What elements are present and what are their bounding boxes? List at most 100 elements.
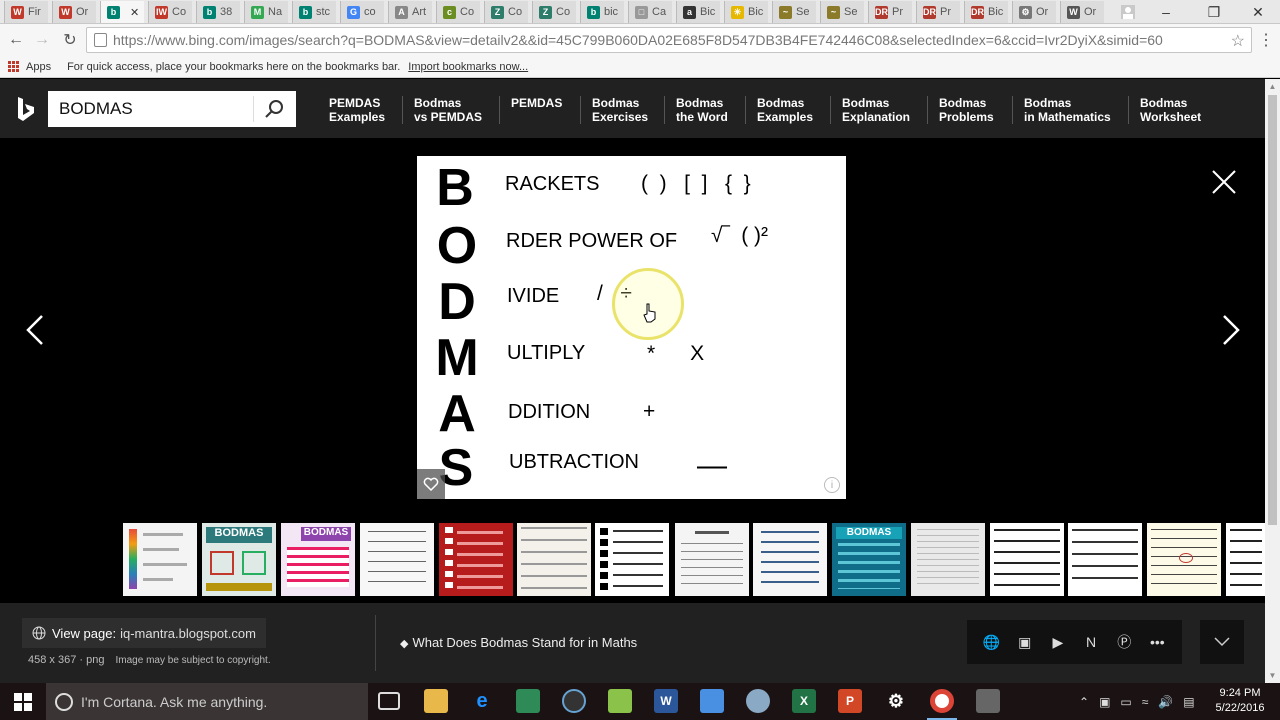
- minimize-icon[interactable]: –: [1146, 0, 1186, 24]
- search-icon[interactable]: [254, 91, 294, 127]
- menu-icon[interactable]: ⋮: [1254, 29, 1278, 51]
- scroll-up-icon[interactable]: ▲: [1265, 79, 1280, 94]
- import-bookmarks-link[interactable]: Import bookmarks now...: [408, 61, 528, 73]
- previous-image-icon[interactable]: [22, 310, 50, 350]
- next-image-icon[interactable]: [1216, 310, 1244, 350]
- cortana-search[interactable]: I'm Cortana. Ask me anything.: [46, 683, 368, 720]
- browser-tab[interactable]: Z Co: [484, 1, 528, 23]
- related-search-item[interactable]: PEMDAS Examples: [329, 96, 385, 124]
- defender-icon[interactable]: ▣: [1099, 695, 1110, 709]
- browser-tab[interactable]: M Na: [244, 1, 288, 23]
- browser-tab[interactable]: A Art: [388, 1, 432, 23]
- browser-tab[interactable]: c Co: [436, 1, 480, 23]
- browser-tab[interactable]: □ Ca: [628, 1, 672, 23]
- pinterest-icon[interactable]: Ⓟ: [1113, 632, 1135, 652]
- web-search-icon[interactable]: 🌐: [981, 634, 1003, 651]
- scroll-down-icon[interactable]: ▼: [1265, 668, 1280, 683]
- close-window-icon[interactable]: ✕: [1238, 0, 1278, 24]
- onenote-icon[interactable]: N: [1080, 634, 1102, 650]
- related-search-item[interactable]: Bodmas Examples: [757, 96, 813, 124]
- thumbnail[interactable]: [990, 523, 1064, 596]
- browser-tab[interactable]: ~ Se: [820, 1, 864, 23]
- store-icon[interactable]: [516, 689, 540, 713]
- media-icon[interactable]: [562, 689, 586, 713]
- browser-tab[interactable]: DR Pr: [868, 1, 912, 23]
- browser-tab[interactable]: b 38: [196, 1, 240, 23]
- browser-tab[interactable]: ~ Se: [772, 1, 816, 23]
- forward-icon[interactable]: →: [30, 29, 54, 51]
- related-search-item[interactable]: Bodmas Exercises: [592, 96, 648, 124]
- browser-tab[interactable]: IW Co: [148, 1, 192, 23]
- thumbnail-selected[interactable]: [595, 523, 669, 596]
- word-icon[interactable]: W: [654, 689, 678, 713]
- address-bar[interactable]: https://www.bing.com/images/search?q=BOD…: [86, 27, 1252, 53]
- browser-tab[interactable]: ⚙ Or: [1012, 1, 1056, 23]
- save-favorite-button[interactable]: [417, 469, 445, 499]
- image-title-link[interactable]: ◆ What Does Bodmas Stand for in Maths: [400, 635, 637, 650]
- browser-tab[interactable]: b ✕: [100, 1, 144, 23]
- search-input[interactable]: [48, 99, 253, 119]
- browser-tab[interactable]: Gco: [340, 1, 384, 23]
- excel-icon[interactable]: X: [792, 689, 816, 713]
- bing-logo-icon[interactable]: [16, 97, 36, 123]
- browser-tab[interactable]: W Or: [52, 1, 96, 23]
- back-icon[interactable]: ←: [4, 29, 28, 51]
- thumbnail[interactable]: [1068, 523, 1142, 596]
- image-icon[interactable]: ▣: [1014, 634, 1036, 651]
- box-app-icon[interactable]: [700, 689, 724, 713]
- profile-icon[interactable]: [1108, 0, 1148, 24]
- thumbnail[interactable]: [1147, 523, 1221, 596]
- main-image[interactable]: B O D M A S RACKETS RDER POWER OF IVIDE …: [417, 156, 846, 499]
- info-icon[interactable]: i: [824, 477, 840, 493]
- paint-icon[interactable]: [746, 689, 770, 713]
- expand-details-button[interactable]: [1200, 620, 1244, 664]
- related-search-item[interactable]: PEMDAS: [511, 96, 562, 110]
- close-viewer-icon[interactable]: [1210, 168, 1238, 196]
- system-clock[interactable]: 9:24 PM 5/22/2016: [1212, 686, 1268, 716]
- thumbnail[interactable]: [1226, 523, 1265, 596]
- related-search-item[interactable]: Bodmas Worksheet: [1140, 96, 1201, 124]
- calculator-icon[interactable]: [976, 689, 1000, 713]
- thumbnail[interactable]: [753, 523, 827, 596]
- browser-tab[interactable]: a Bic: [676, 1, 720, 23]
- close-tab-icon[interactable]: ✕: [130, 6, 139, 19]
- related-search-item[interactable]: Bodmas Explanation: [842, 96, 910, 124]
- thumbnail[interactable]: [360, 523, 434, 596]
- file-explorer-icon[interactable]: [424, 689, 448, 713]
- thumbnail[interactable]: BODMAS: [832, 523, 906, 596]
- task-view-icon[interactable]: [378, 692, 400, 710]
- thumbnail[interactable]: BODMAS: [202, 523, 276, 596]
- browser-tab[interactable]: b bic: [580, 1, 624, 23]
- browser-tab[interactable]: DR Bic: [964, 1, 1008, 23]
- volume-icon[interactable]: 🔊: [1158, 695, 1173, 709]
- notes-icon[interactable]: [608, 689, 632, 713]
- related-search-item[interactable]: Bodmas in Mathematics: [1024, 96, 1111, 124]
- more-icon[interactable]: •••: [1146, 634, 1168, 650]
- browser-tab[interactable]: b stc: [292, 1, 336, 23]
- thumbnail[interactable]: [675, 523, 749, 596]
- view-page-button[interactable]: View page: iq-mantra.blogspot.com: [22, 618, 266, 648]
- chrome-icon[interactable]: [930, 689, 954, 713]
- battery-icon[interactable]: ▭: [1120, 695, 1131, 709]
- thumbnail[interactable]: BODMAS: [281, 523, 355, 596]
- settings-icon[interactable]: ⚙: [884, 689, 908, 713]
- thumbnail[interactable]: [123, 523, 197, 596]
- reload-icon[interactable]: ↻: [58, 29, 82, 51]
- notifications-icon[interactable]: ▤: [1183, 695, 1194, 709]
- edge-icon[interactable]: e: [470, 689, 494, 713]
- browser-tab[interactable]: Z Co: [532, 1, 576, 23]
- restore-icon[interactable]: ❐: [1194, 0, 1234, 24]
- browser-tab[interactable]: DR Pr: [916, 1, 960, 23]
- apps-shortcut[interactable]: Apps: [8, 60, 51, 73]
- browser-tab[interactable]: ✳ Bic: [724, 1, 768, 23]
- powerpoint-icon[interactable]: P: [838, 689, 862, 713]
- related-search-item[interactable]: Bodmas the Word: [676, 96, 728, 124]
- start-button[interactable]: [0, 683, 46, 720]
- thumbnail[interactable]: [439, 523, 513, 596]
- bookmark-star-icon[interactable]: ☆: [1231, 31, 1245, 51]
- tray-chevron-icon[interactable]: ⌃: [1079, 695, 1089, 709]
- browser-tab[interactable]: W Or: [1060, 1, 1104, 23]
- thumbnail[interactable]: [517, 523, 591, 596]
- scrollbar-thumb[interactable]: [1268, 95, 1277, 525]
- related-search-item[interactable]: Bodmas Problems: [939, 96, 994, 124]
